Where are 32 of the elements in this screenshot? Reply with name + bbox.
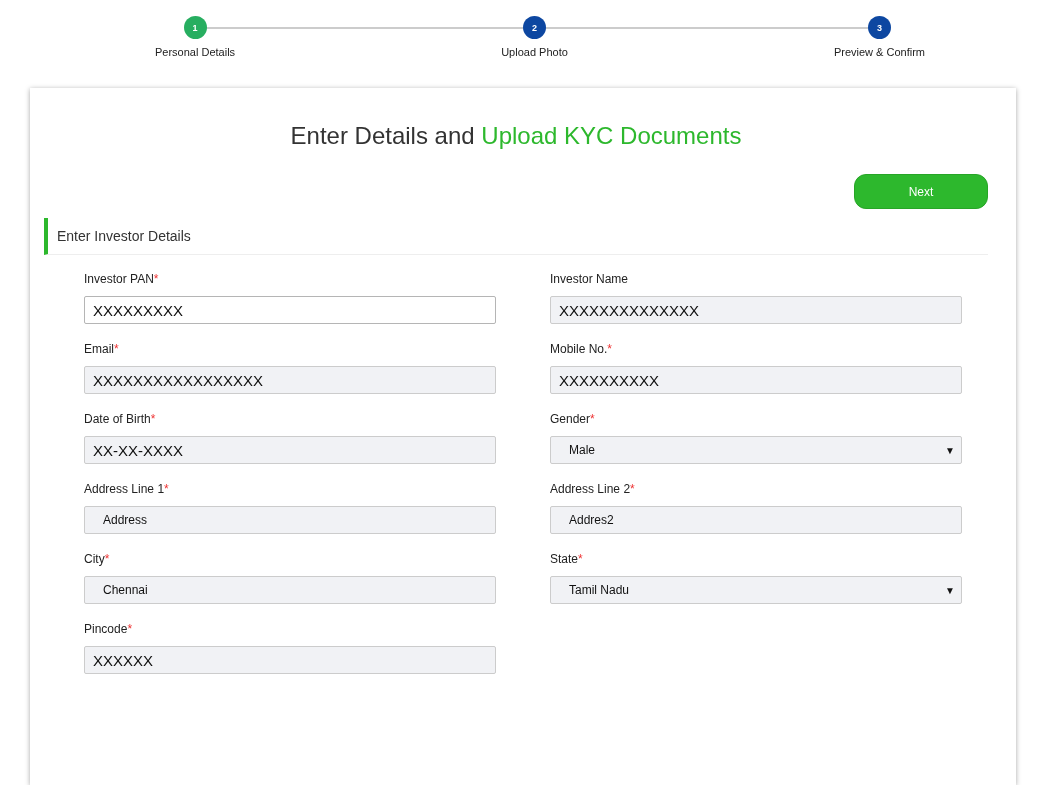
field-label: Date of Birth* — [84, 412, 157, 427]
step-circle: 3 — [867, 16, 891, 39]
input-field[interactable]: Addres2 — [550, 506, 962, 534]
field-label: Investor Name — [550, 272, 630, 287]
field-label: Address Line 2* — [550, 482, 636, 497]
field-label: Email* — [84, 342, 120, 357]
page-title: Enter Details and Upload KYC Documents — [289, 122, 743, 150]
input-field[interactable]: XXXXXXXXXXXXXX — [550, 296, 962, 324]
caret-icon: ▼ — [945, 584, 955, 596]
input-field[interactable]: XXXXXXXXXX — [550, 366, 962, 394]
field-label: City* — [84, 552, 111, 567]
step-circle: 2 — [523, 16, 546, 39]
field-label: Investor PAN* — [84, 272, 160, 287]
select-field[interactable]: Male ▼ — [550, 436, 962, 464]
step-circle: 1 — [183, 16, 207, 39]
section-header: Enter Investor Details — [44, 218, 988, 255]
input-field[interactable]: XX-XX-XXXX — [84, 436, 496, 464]
field-label: Mobile No.* — [550, 342, 614, 357]
caret-icon: ▼ — [945, 444, 955, 456]
step-label: Personal Details — [155, 46, 236, 58]
field-label: Pincode* — [84, 622, 134, 637]
step-label: Preview & Confirm — [833, 46, 925, 58]
input-field[interactable]: XXXXXXXXX — [84, 296, 496, 324]
field-label: Address Line 1* — [84, 482, 170, 497]
select-field[interactable]: Tamil Nadu ▼ — [550, 576, 962, 604]
step-label: Upload Photo — [501, 46, 568, 58]
field-label: State* — [550, 552, 584, 567]
input-field[interactable]: Address — [84, 506, 496, 534]
input-field[interactable]: Chennai — [84, 576, 496, 604]
input-field[interactable]: XXXXXXXXXXXXXXXXX — [84, 366, 496, 394]
field-label: Gender* — [550, 412, 596, 427]
input-field[interactable]: XXXXXX — [84, 646, 496, 674]
